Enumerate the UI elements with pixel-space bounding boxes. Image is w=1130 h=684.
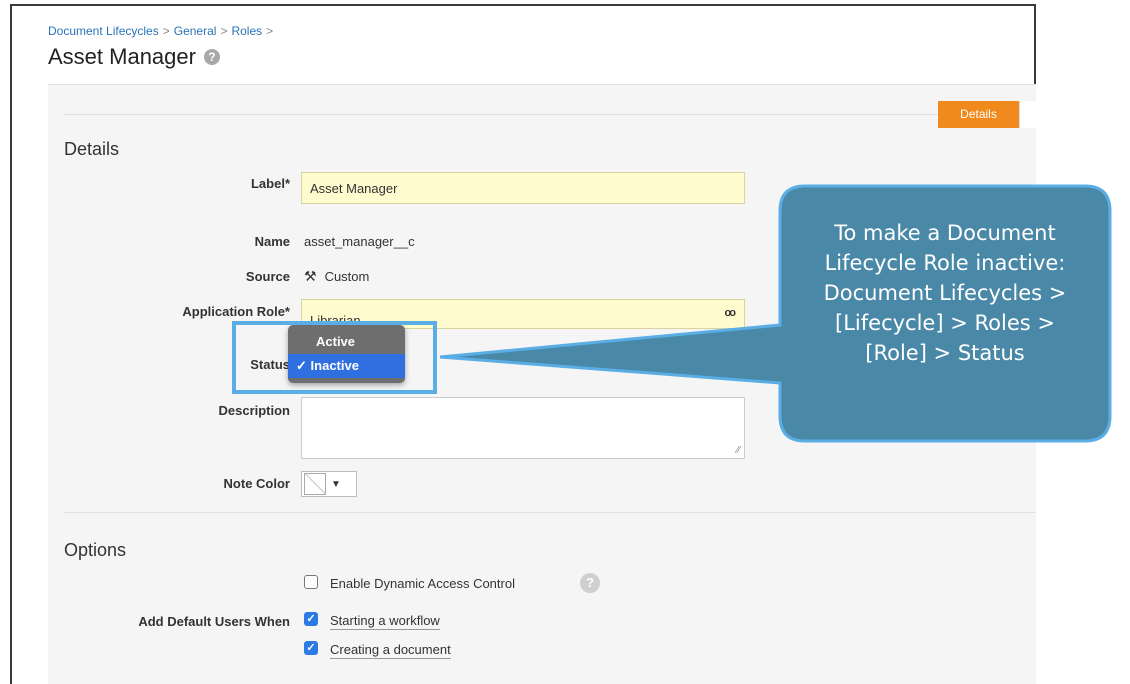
callout-line: [Role] > Status — [865, 341, 1025, 365]
callout-line: Document Lifecycles > — [823, 281, 1067, 305]
callout-line: Lifecycle Role inactive: — [824, 251, 1066, 275]
callout-text: To make a Document Lifecycle Role inacti… — [780, 218, 1110, 418]
callout-line: To make a Document — [834, 221, 1056, 245]
callout-line: [Lifecycle] > Roles > — [835, 311, 1055, 335]
